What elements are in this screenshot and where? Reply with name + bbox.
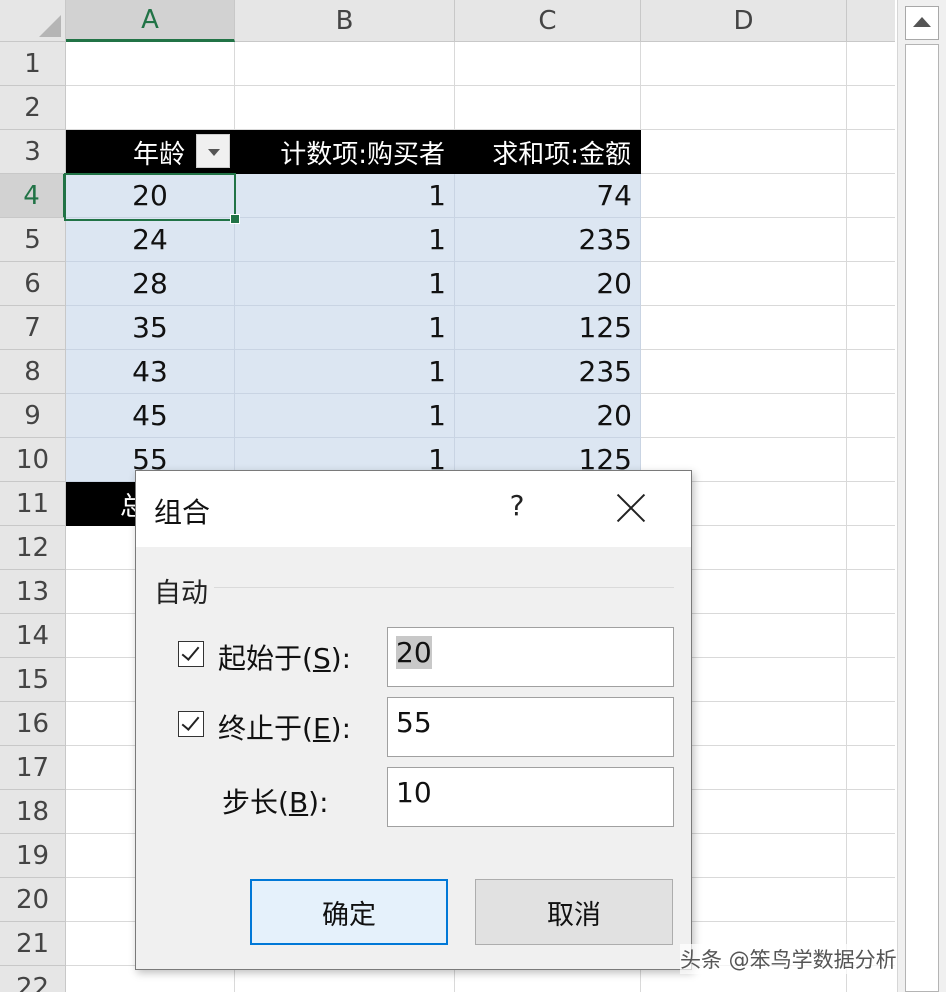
- row-header[interactable]: 4: [0, 174, 66, 218]
- row-header[interactable]: 2: [0, 86, 66, 130]
- start-input[interactable]: 20: [387, 627, 674, 687]
- pivot-cell-count[interactable]: 1: [235, 350, 455, 394]
- scroll-thumb[interactable]: [905, 44, 939, 992]
- row-header[interactable]: 10: [0, 438, 66, 482]
- row-header[interactable]: 7: [0, 306, 66, 350]
- select-all-corner[interactable]: [0, 0, 66, 42]
- row-header[interactable]: 20: [0, 878, 66, 922]
- vertical-scrollbar[interactable]: [897, 0, 946, 992]
- pivot-cell-sum[interactable]: 20: [455, 394, 641, 438]
- row-header[interactable]: 13: [0, 570, 66, 614]
- pivot-cell-sum[interactable]: 235: [455, 350, 641, 394]
- watermark: 头条 @笨鸟学数据分析: [680, 944, 897, 974]
- row-header[interactable]: 1: [0, 42, 66, 86]
- column-header-c[interactable]: C: [455, 0, 641, 42]
- cancel-button[interactable]: 取消: [475, 879, 673, 945]
- row-header[interactable]: 6: [0, 262, 66, 306]
- pivot-cell-count[interactable]: 1: [235, 394, 455, 438]
- end-label: 终止于(E):: [218, 712, 351, 745]
- row-header[interactable]: 22: [0, 966, 66, 992]
- pivot-cell-age[interactable]: 43: [66, 350, 235, 394]
- pivot-cell-sum[interactable]: 235: [455, 218, 641, 262]
- pivot-cell-sum[interactable]: 74: [455, 174, 641, 218]
- column-header-d[interactable]: D: [641, 0, 847, 42]
- pivot-header-sum: 求和项:金额: [455, 130, 641, 174]
- pivot-cell-count[interactable]: 1: [235, 262, 455, 306]
- pivot-cell-age[interactable]: 35: [66, 306, 235, 350]
- close-icon[interactable]: [614, 491, 648, 525]
- pivot-cell-sum[interactable]: 20: [455, 262, 641, 306]
- pivot-cell-sum[interactable]: 125: [455, 306, 641, 350]
- start-checkbox[interactable]: [178, 641, 204, 667]
- fill-handle[interactable]: [230, 214, 240, 224]
- row-header[interactable]: 21: [0, 922, 66, 966]
- pivot-cell-count[interactable]: 1: [235, 306, 455, 350]
- step-input[interactable]: 10: [387, 767, 674, 827]
- pivot-cell-age[interactable]: 45: [66, 394, 235, 438]
- row-header[interactable]: 14: [0, 614, 66, 658]
- column-header-b[interactable]: B: [235, 0, 455, 42]
- row-header[interactable]: 5: [0, 218, 66, 262]
- row-header[interactable]: 17: [0, 746, 66, 790]
- ok-button[interactable]: 确定: [250, 879, 448, 945]
- scroll-up-arrow-icon[interactable]: [905, 6, 939, 40]
- filter-dropdown-icon[interactable]: [196, 134, 230, 168]
- row-header[interactable]: 16: [0, 702, 66, 746]
- group-divider: [154, 587, 674, 588]
- end-input[interactable]: 55: [387, 697, 674, 757]
- row-header[interactable]: 3: [0, 130, 66, 174]
- start-label: 起始于(S):: [218, 642, 352, 675]
- step-label: 步长(B):: [222, 786, 329, 819]
- end-checkbox[interactable]: [178, 711, 204, 737]
- dialog-titlebar: 组合 ?: [136, 471, 691, 547]
- group-dialog: 组合 ? 自动 起始于(S): 20 终止于(E): 55 步长(B): 10 …: [135, 470, 692, 970]
- help-icon[interactable]: ?: [502, 489, 532, 525]
- group-box-label: 自动: [154, 571, 214, 610]
- row-header[interactable]: 15: [0, 658, 66, 702]
- pivot-cell-age[interactable]: 24: [66, 218, 235, 262]
- column-header-a[interactable]: A: [66, 0, 235, 42]
- pivot-header-count: 计数项:购买者: [235, 130, 455, 174]
- column-header-e[interactable]: [847, 0, 895, 42]
- row-header[interactable]: 19: [0, 834, 66, 878]
- pivot-cell-age[interactable]: 28: [66, 262, 235, 306]
- active-cell-border: [64, 173, 236, 221]
- pivot-cell-count[interactable]: 1: [235, 218, 455, 262]
- pivot-cell-count[interactable]: 1: [235, 174, 455, 218]
- row-header[interactable]: 11: [0, 482, 66, 526]
- dialog-title: 组合: [154, 496, 211, 529]
- row-header[interactable]: 8: [0, 350, 66, 394]
- row-header[interactable]: 12: [0, 526, 66, 570]
- row-header[interactable]: 18: [0, 790, 66, 834]
- row-header[interactable]: 9: [0, 394, 66, 438]
